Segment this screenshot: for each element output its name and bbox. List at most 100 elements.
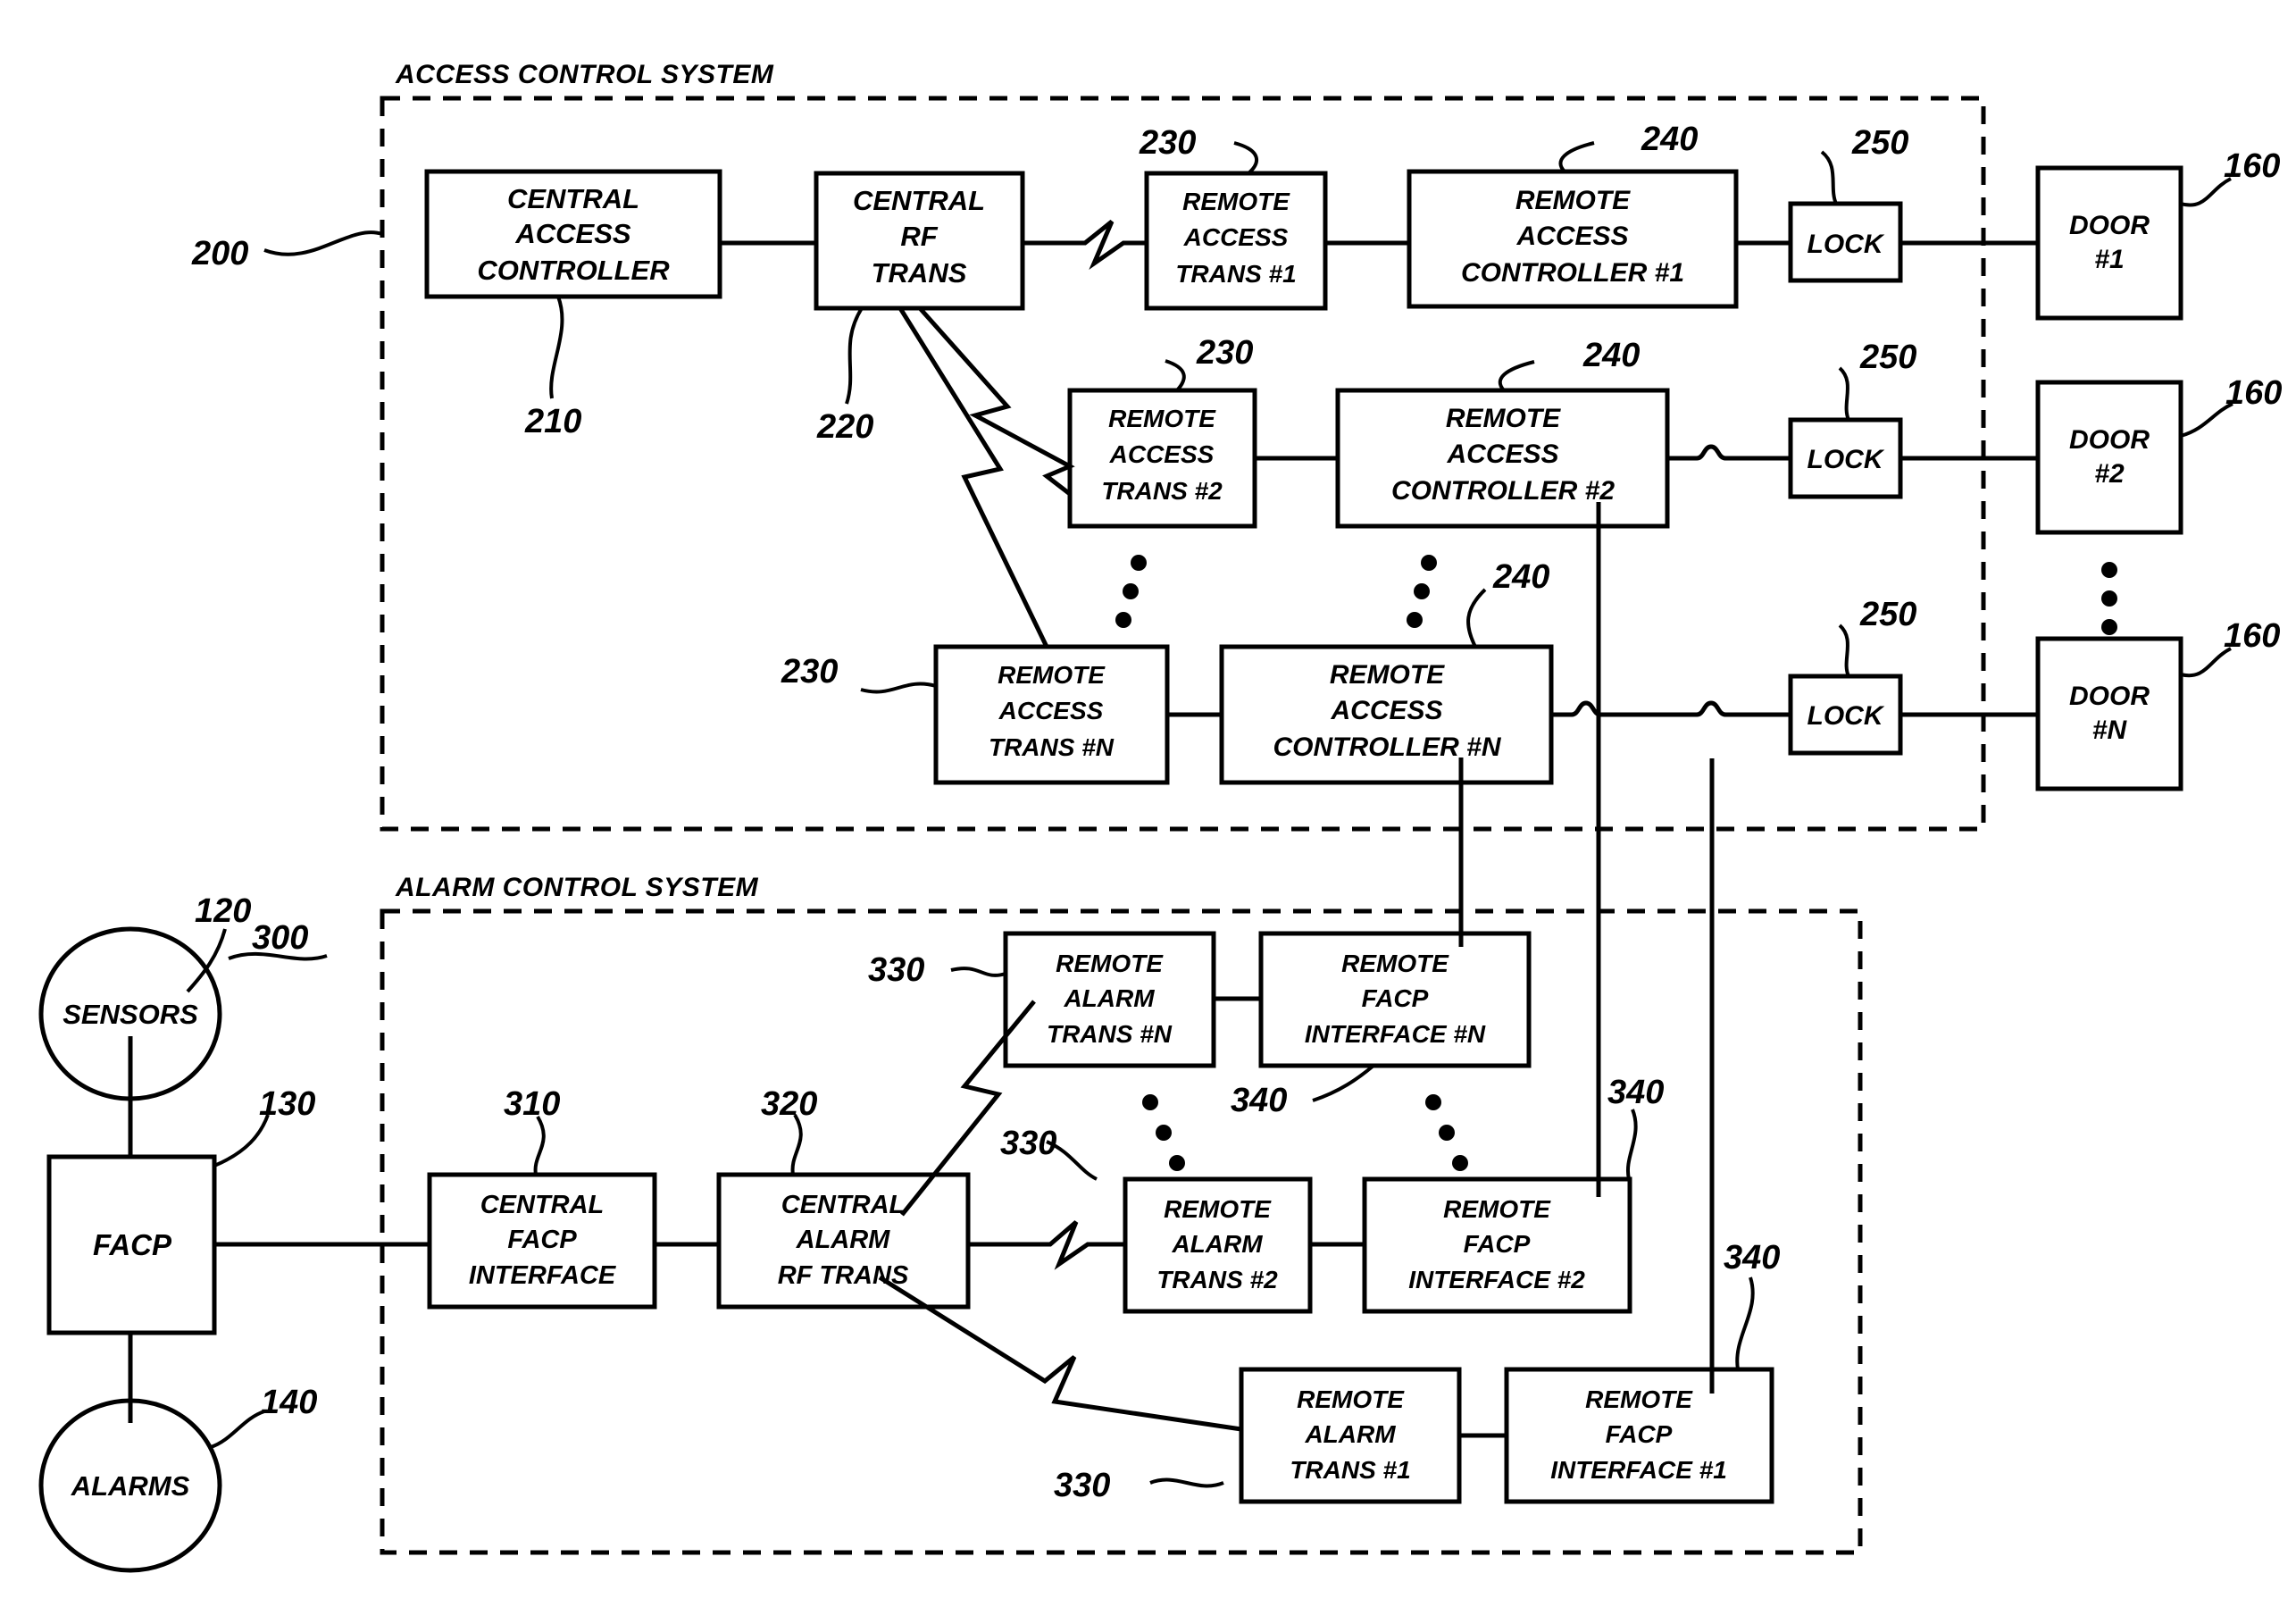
ref-160-1: 160 <box>2224 147 2280 185</box>
leader-230-2 <box>1165 359 1186 392</box>
ellipsis-dot <box>1439 1125 1455 1141</box>
rf-link-crf-to-rat1 <box>1023 220 1147 271</box>
svg-text:CONTROLLER #1: CONTROLLER #1 <box>1461 258 1684 288</box>
door-2-box[interactable] <box>2035 380 2183 535</box>
ref-300: 300 <box>252 919 308 957</box>
leader-330-1 <box>1149 1477 1224 1488</box>
ref-340-2: 340 <box>1607 1074 1664 1111</box>
ref-340-1: 340 <box>1724 1239 1780 1276</box>
svg-text:DOOR: DOOR <box>2069 425 2150 455</box>
ref-250-n: 250 <box>1859 596 1916 633</box>
leader-120 <box>186 928 227 993</box>
svg-text:ACCESS: ACCESS <box>1515 222 1628 251</box>
svg-text:INTERFACE: INTERFACE <box>469 1261 617 1290</box>
svg-text:TRANS #1: TRANS #1 <box>1175 260 1296 288</box>
door-2-label: DOOR #2 <box>2069 425 2150 489</box>
leader-340-2 <box>1625 1109 1638 1180</box>
alarm-control-system-title: ALARM CONTROL SYSTEM <box>395 873 759 902</box>
leader-340-n <box>1312 1064 1375 1102</box>
remote-alarm-trans-1-label: REMOTE ALARM TRANS #1 <box>1290 1385 1410 1484</box>
leader-200 <box>263 230 383 256</box>
ref-240-n: 240 <box>1492 558 1549 596</box>
ellipsis-dot <box>1452 1155 1468 1171</box>
svg-text:REMOTE: REMOTE <box>1182 188 1290 215</box>
leader-220 <box>845 306 864 405</box>
svg-text:RF: RF <box>900 221 938 252</box>
lock-2-label: LOCK <box>1808 445 1885 474</box>
central-rf-trans-label: CENTRAL RF TRANS <box>853 185 985 289</box>
remote-access-controller-1-label: REMOTE ACCESS CONTROLLER #1 <box>1461 186 1684 288</box>
leader-240-1 <box>1558 141 1595 173</box>
svg-text:FACP: FACP <box>1362 984 1429 1012</box>
leader-320 <box>790 1113 803 1176</box>
leader-330-n <box>950 967 1006 977</box>
ref-230-n: 230 <box>781 653 838 691</box>
ref-340-n: 340 <box>1231 1082 1287 1119</box>
svg-text:ALARM: ALARM <box>796 1226 891 1254</box>
central-facp-interface-label: CENTRAL FACP INTERFACE <box>469 1191 617 1290</box>
svg-text:ALARM: ALARM <box>1063 984 1155 1012</box>
leader-250-n <box>1838 624 1850 677</box>
remote-access-trans-2-label: REMOTE ACCESS TRANS #2 <box>1101 405 1223 505</box>
ellipsis-dot <box>1115 612 1131 628</box>
rf-link-crf-to-ratn <box>898 306 1049 649</box>
remote-facp-interface-n-label: REMOTE FACP INTERFACE #N <box>1305 950 1486 1048</box>
leader-230-n <box>860 682 937 694</box>
sensors-label: SENSORS <box>63 999 198 1030</box>
ellipsis-dot <box>1425 1094 1441 1110</box>
ellipsis-dot <box>2101 562 2117 578</box>
ref-220: 220 <box>816 408 873 446</box>
svg-text:REMOTE: REMOTE <box>998 661 1106 689</box>
svg-text:FACP: FACP <box>1606 1420 1673 1448</box>
svg-text:REMOTE: REMOTE <box>1515 186 1631 215</box>
svg-text:#2: #2 <box>2094 459 2125 489</box>
ellipsis-dot <box>1421 555 1437 571</box>
svg-text:REMOTE: REMOTE <box>1108 405 1216 432</box>
svg-text:INTERFACE #1: INTERFACE #1 <box>1550 1456 1727 1484</box>
remote-access-controller-2-label: REMOTE ACCESS CONTROLLER #2 <box>1391 404 1615 506</box>
svg-text:REMOTE: REMOTE <box>1297 1385 1405 1413</box>
svg-text:DOOR: DOOR <box>2069 682 2150 711</box>
remote-access-trans-n-label: REMOTE ACCESS TRANS #N <box>989 661 1115 761</box>
door-1-box[interactable] <box>2035 165 2183 321</box>
svg-text:ACCESS: ACCESS <box>998 697 1104 724</box>
ref-120: 120 <box>195 892 251 930</box>
svg-text:REMOTE: REMOTE <box>1056 950 1164 977</box>
leader-140 <box>210 1410 265 1449</box>
svg-text:TRANS #2: TRANS #2 <box>1156 1266 1278 1293</box>
ref-330-n: 330 <box>868 951 924 989</box>
svg-text:RF TRANS: RF TRANS <box>778 1261 909 1290</box>
svg-text:ACCESS: ACCESS <box>1446 439 1558 469</box>
access-control-system-title: ACCESS CONTROL SYSTEM <box>395 60 774 89</box>
remote-facp-interface-2-label: REMOTE FACP INTERFACE #2 <box>1408 1195 1585 1293</box>
door-1-label: DOOR #1 <box>2069 211 2150 274</box>
svg-text:REMOTE: REMOTE <box>1341 950 1449 977</box>
alarms-label: ALARMS <box>71 1470 190 1502</box>
rf-link-cart-to-alarm-trans2 <box>968 1220 1125 1270</box>
lock-1-label: LOCK <box>1808 230 1885 259</box>
svg-text:CENTRAL: CENTRAL <box>480 1191 605 1219</box>
central-access-controller-label: CENTRAL ACCESS CONTROLLER <box>477 183 670 286</box>
svg-text:FACP: FACP <box>1464 1230 1531 1258</box>
leader-230-1 <box>1233 141 1258 175</box>
svg-text:CENTRAL: CENTRAL <box>853 185 985 216</box>
svg-text:ACCESS: ACCESS <box>1330 696 1442 725</box>
svg-text:#1: #1 <box>2094 245 2124 274</box>
svg-text:ACCESS: ACCESS <box>1183 223 1289 251</box>
leader-240-2 <box>1498 360 1535 392</box>
remote-alarm-trans-2-label: REMOTE ALARM TRANS #2 <box>1156 1195 1278 1293</box>
ref-240-2: 240 <box>1582 337 1640 374</box>
ref-230-2: 230 <box>1196 334 1253 372</box>
leader-340-1 <box>1735 1276 1755 1370</box>
rf-link-cart-to-alarm-trans1 <box>878 1275 1242 1432</box>
ref-200: 200 <box>191 235 248 272</box>
svg-text:TRANS #1: TRANS #1 <box>1290 1456 1410 1484</box>
lock-n-label: LOCK <box>1808 701 1885 731</box>
wire-rac2-to-lock2 <box>1667 444 1791 461</box>
ellipsis-dot <box>1123 583 1139 599</box>
svg-text:TRANS #2: TRANS #2 <box>1101 477 1223 505</box>
svg-text:INTERFACE #2: INTERFACE #2 <box>1408 1266 1585 1293</box>
ref-320: 320 <box>761 1085 817 1123</box>
door-n-box[interactable] <box>2035 636 2183 791</box>
svg-text:CONTROLLER: CONTROLLER <box>477 255 670 286</box>
